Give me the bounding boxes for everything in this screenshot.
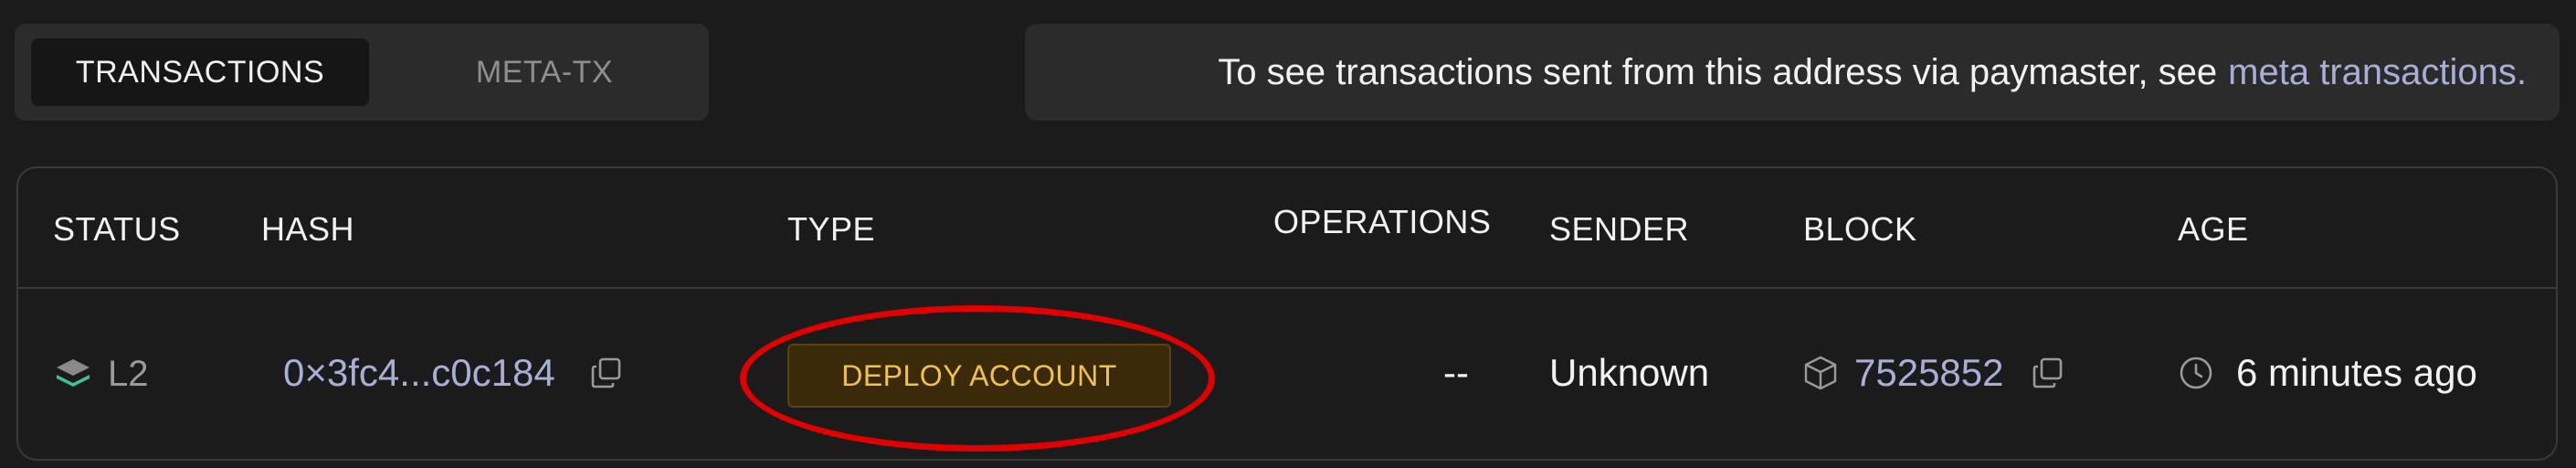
clock-icon — [2178, 355, 2214, 391]
meta-transactions-link[interactable]: meta transactions. — [2228, 52, 2527, 93]
hash-cell: 0×3fc4...c0c184 — [283, 346, 623, 400]
header-block: BLOCK — [1803, 210, 1917, 248]
status-cell: L2 — [53, 349, 149, 399]
transactions-table: STATUS HASH TYPE OPERATIONS SENDER BLOCK… — [16, 166, 2558, 461]
layers-icon — [53, 356, 93, 392]
operations-cell: -- — [1443, 346, 1469, 400]
table-header: STATUS HASH TYPE OPERATIONS SENDER BLOCK… — [18, 168, 2556, 289]
operations-value: -- — [1443, 351, 1469, 394]
type-badge: DEPLOY ACCOUNT — [787, 344, 1171, 408]
copy-icon[interactable] — [2032, 356, 2064, 389]
header-sender: SENDER — [1549, 210, 1690, 248]
table-row[interactable]: L2 0×3fc4...c0c184 DEPLOY ACCOUNT -- Unk… — [18, 289, 2556, 461]
notice-text: To see transactions sent from this addre… — [1218, 51, 2218, 92]
tab-bar: TRANSACTIONS META-TX — [15, 24, 709, 121]
sender-cell: Unknown — [1549, 346, 1709, 400]
age-cell: 6 minutes ago — [2178, 346, 2477, 400]
status-label: L2 — [108, 353, 149, 394]
tab-meta-tx[interactable]: META-TX — [380, 38, 709, 106]
age-value: 6 minutes ago — [2236, 351, 2477, 394]
block-number-link[interactable]: 7525852 — [1854, 351, 2004, 395]
header-operations: OPERATIONS — [1273, 203, 1492, 240]
header-status: STATUS — [53, 210, 181, 248]
cube-icon — [1803, 355, 1838, 391]
transaction-hash-link[interactable]: 0×3fc4...c0c184 — [283, 351, 555, 395]
header-age: AGE — [2178, 210, 2249, 248]
header-type: TYPE — [787, 210, 876, 248]
paymaster-notice: To see transactions sent from this addre… — [1025, 24, 2560, 121]
block-cell: 7525852 — [1803, 346, 2064, 400]
sender-value: Unknown — [1549, 351, 1710, 394]
tab-transactions[interactable]: TRANSACTIONS — [31, 38, 369, 106]
copy-icon[interactable] — [590, 356, 623, 389]
header-hash: HASH — [261, 210, 355, 248]
